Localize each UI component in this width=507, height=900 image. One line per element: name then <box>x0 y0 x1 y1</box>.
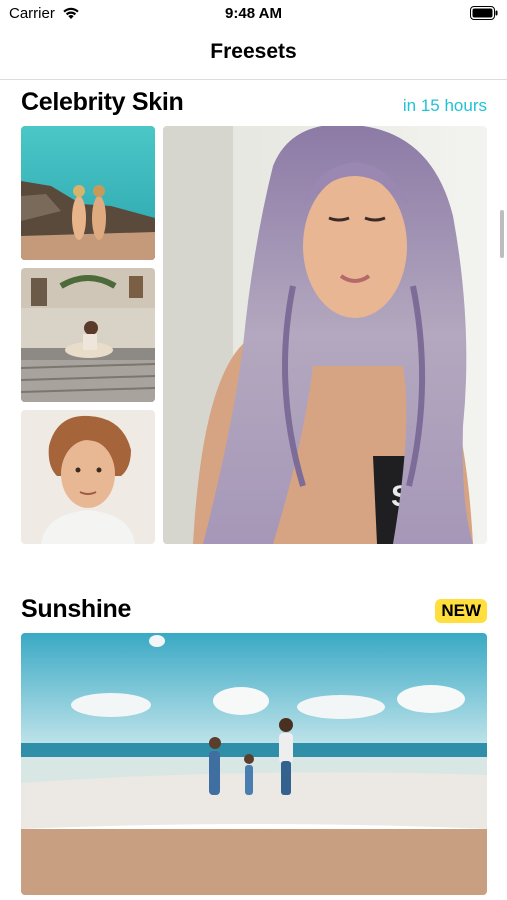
lavender-hair-woman-photo[interactable]: ST <box>163 126 487 544</box>
page-title: Freesets <box>210 40 297 63</box>
beach-family-photo[interactable] <box>21 633 487 895</box>
countdown-label: in 15 hours <box>402 96 487 115</box>
section-title-sunshine: Sunshine <box>21 595 132 623</box>
section-title-celebrity-skin: Celebrity Skin <box>21 88 184 116</box>
navigation-bar: Freesets <box>0 28 507 80</box>
status-time: 9:48 AM <box>225 5 282 22</box>
status-bar: Carrier 9:48 AM <box>0 0 507 28</box>
bedroom-photo[interactable] <box>21 268 155 402</box>
battery-icon <box>470 6 498 20</box>
young-man-portrait[interactable] <box>21 410 155 544</box>
beach-couple-photo[interactable] <box>21 126 155 260</box>
new-badge: NEW <box>435 599 487 623</box>
scrollbar[interactable] <box>500 210 504 258</box>
